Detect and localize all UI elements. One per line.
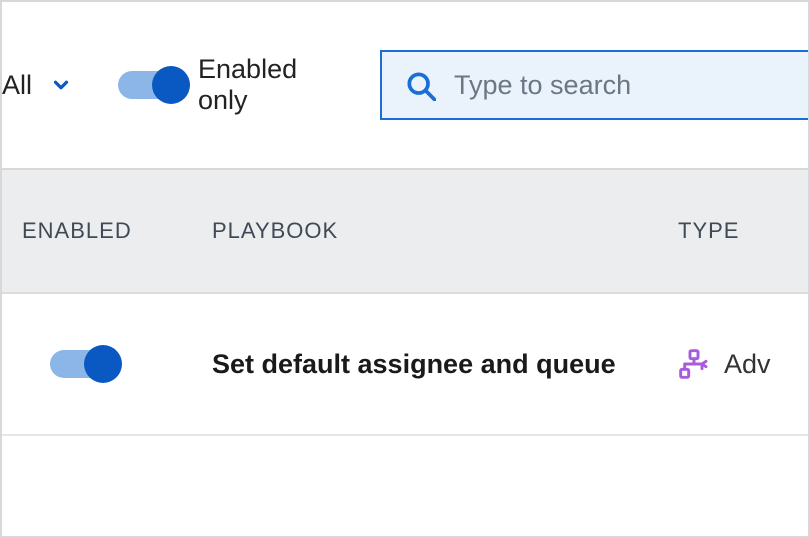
table-header: ENABLED PLAYBOOK TYPE	[2, 170, 808, 294]
flow-icon	[678, 348, 710, 380]
row-enabled-cell	[2, 345, 212, 383]
search-box[interactable]	[380, 50, 808, 120]
table-row[interactable]: Set default assignee and queue Adv	[2, 294, 808, 436]
toolbar: e: All Enabled only	[2, 2, 808, 170]
type-filter-value: All	[2, 70, 32, 101]
column-header-playbook[interactable]: PLAYBOOK	[212, 218, 678, 244]
search-input[interactable]	[454, 70, 808, 101]
row-type-cell: Adv	[678, 348, 808, 380]
column-header-type[interactable]: TYPE	[678, 218, 808, 244]
enabled-only-label: Enabled only	[198, 54, 328, 116]
chevron-down-icon	[50, 74, 72, 96]
enabled-only-toggle[interactable]	[118, 66, 178, 104]
enabled-only-filter: Enabled only	[118, 54, 328, 116]
search-icon	[404, 69, 436, 101]
row-enabled-toggle[interactable]	[50, 345, 122, 383]
column-header-enabled[interactable]: ENABLED	[2, 218, 212, 244]
row-type-label: Adv	[724, 349, 771, 380]
type-filter-dropdown[interactable]: e: All	[0, 70, 82, 101]
row-playbook-name[interactable]: Set default assignee and queue	[212, 349, 678, 380]
